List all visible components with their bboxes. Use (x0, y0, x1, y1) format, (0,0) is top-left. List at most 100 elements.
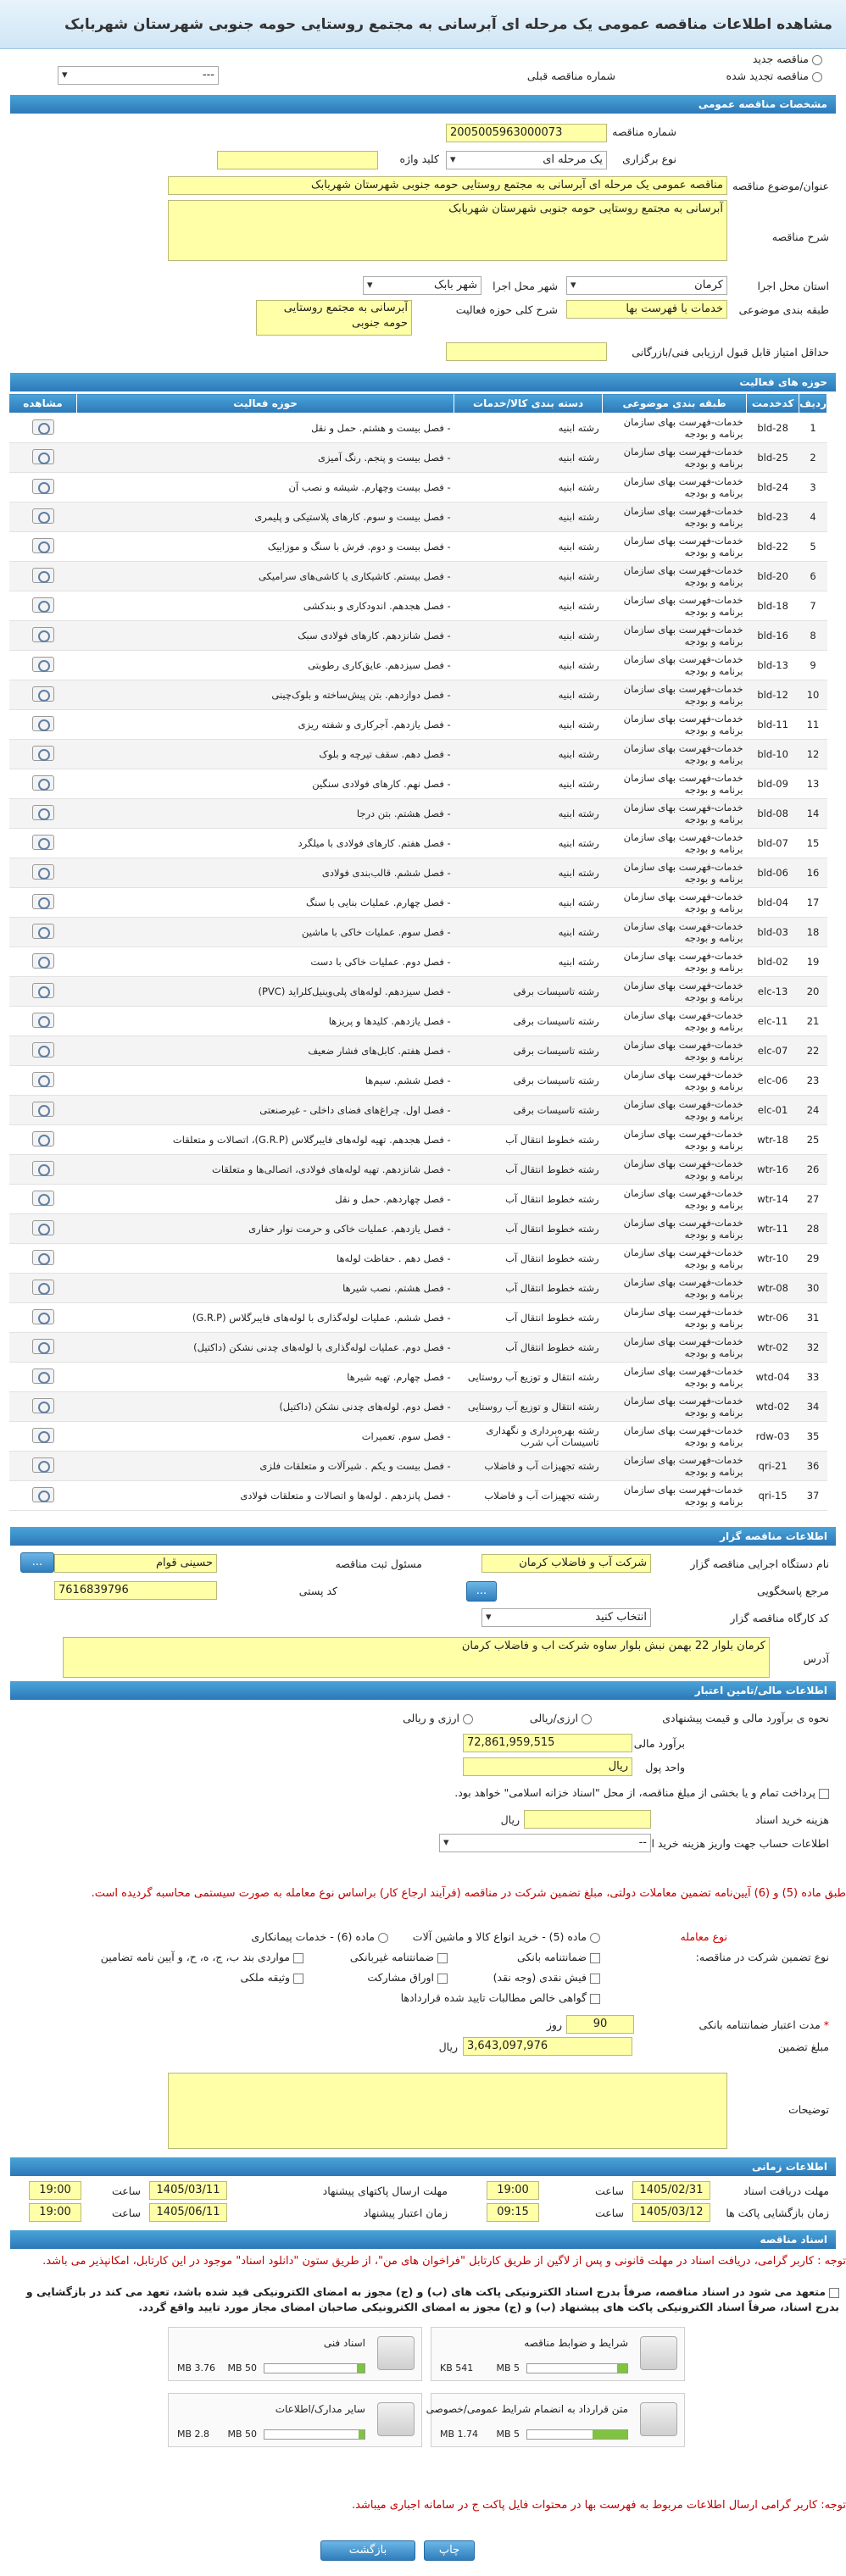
workshop-select[interactable]: انتخاب کنید (481, 1608, 651, 1627)
row-index: 14 (799, 798, 827, 829)
category: رشته ابنیه (454, 828, 603, 858)
view-icon[interactable] (31, 1101, 54, 1117)
view-icon[interactable] (31, 1338, 54, 1354)
view-icon[interactable] (31, 834, 54, 850)
view-icon[interactable] (31, 1012, 54, 1028)
radio-type-5[interactable]: ماده (5) - خرید انواع کالا و ماشین آلات (413, 1929, 600, 1946)
view-icon[interactable] (31, 537, 54, 553)
ref-label: مرجع پاسخگویی (756, 1585, 829, 1597)
view-icon[interactable] (31, 448, 54, 464)
view-icon[interactable] (31, 1427, 54, 1443)
doc-fee-input[interactable] (524, 1810, 651, 1829)
view-icon[interactable] (31, 1279, 54, 1295)
pledge-text[interactable]: متعهد می شود در اسناد مناقصه، صرفاً بدرج… (4, 2285, 839, 2315)
activity-scope: - فصل بیست و هشتم. حمل و نقل (76, 413, 454, 443)
prev-number-label: شماره مناقصه قبلی (526, 69, 615, 82)
service-code: bld-04 (746, 887, 799, 918)
ref-browse-button[interactable]: ... (466, 1581, 497, 1602)
minscore-input[interactable] (446, 342, 607, 361)
radio-new[interactable]: مناقصه جدید (753, 51, 822, 68)
view-icon[interactable] (31, 478, 54, 494)
keyword-input[interactable] (217, 151, 378, 169)
view-icon[interactable] (31, 1130, 54, 1146)
view-icon[interactable] (31, 567, 54, 583)
subject-class: خدمات-فهرست بهای سازمان برنامه و بودجه (602, 769, 747, 799)
radio-rial[interactable]: ارزی/ریالی (530, 1710, 592, 1727)
view-icon[interactable] (31, 952, 54, 969)
doc-fee-label: هزینه خرید اسناد (754, 1813, 829, 1826)
row-index: 35 (799, 1421, 827, 1452)
view-icon[interactable] (31, 1397, 54, 1413)
table-row: 22 elc-07 خدمات-فهرست بهای سازمان برنامه و… (8, 1035, 827, 1066)
table-row: 17 bld-04 خدمات-فهرست بهای سازمان برنامه و… (8, 887, 827, 918)
check-other[interactable]: مواردی بند ب، ج، ه، ح، و آیین نامه تضامی… (101, 1949, 303, 1966)
check-cash[interactable]: فیش نقدی (وجه نقد) (493, 1969, 600, 1986)
valid-date: 1405/06/11 (149, 2203, 227, 2222)
back-button[interactable]: بازگشت (320, 2540, 415, 2561)
service-code: elc-01 (746, 1095, 799, 1125)
view-icon[interactable] (31, 715, 54, 731)
resp-browse-button[interactable]: ... (20, 1552, 54, 1573)
resp-label: مسئول ثبت مناقصه (335, 1557, 422, 1570)
category: رشته ابنیه (454, 650, 603, 680)
view-icon[interactable] (31, 923, 54, 939)
scope-header: حوزه های فعالیت (10, 373, 836, 391)
open-hour-label: ساعت (594, 2207, 624, 2219)
category: رشته ابنیه (454, 472, 603, 502)
view-icon[interactable] (31, 863, 54, 880)
view-icon[interactable] (31, 1249, 54, 1265)
view-icon[interactable] (31, 774, 54, 791)
document-file[interactable]: متن قرارداد به انضمام شرایط عمومی/خصوصی 5… (426, 2393, 685, 2447)
view-icon[interactable] (31, 804, 54, 820)
view-icon[interactable] (31, 893, 54, 909)
activity-scope: - فصل بیست و یکم . شیرآلات و متعلقات فلز… (76, 1451, 454, 1481)
valid-label: زمان اعتبار پیشنهاد (363, 2207, 448, 2219)
amount-label: مبلغ تضمین (777, 2040, 829, 2053)
view-icon[interactable] (31, 982, 54, 998)
view-icon[interactable] (31, 508, 54, 524)
document-file[interactable]: اسناد فنی 50 MB 3.76 MB (168, 2327, 422, 2381)
view-icon[interactable] (31, 1041, 54, 1058)
view-icon[interactable] (31, 597, 54, 613)
radio-type-6[interactable]: ماده (6) - خدمات پیمانکاری (251, 1929, 388, 1946)
view-icon[interactable] (31, 1308, 54, 1324)
class-field: خدمات با فهرست بها (566, 300, 727, 319)
table-row: 5 bld-22 خدمات-فهرست بهای سازمان برنامه و … (8, 531, 827, 562)
view-icon[interactable] (31, 1160, 54, 1176)
view-icon[interactable] (31, 1190, 54, 1206)
subject-class: خدمات-فهرست بهای سازمان برنامه و بودجه (602, 1332, 747, 1363)
view-icon[interactable] (31, 1457, 54, 1473)
print-button[interactable]: چاپ (424, 2540, 475, 2561)
category: رشته خطوط انتقال آب (454, 1332, 603, 1363)
payment-note[interactable]: پرداخت تمام و یا بخشی از مبلغ مناقصه، از… (454, 1785, 829, 1802)
check-claims[interactable]: گواهی خالص مطالبات تایید شده قراردادها (401, 1990, 600, 2007)
radio-renewed[interactable]: مناقصه تجدید شده (726, 68, 822, 85)
document-file[interactable]: شرایط و ضوابط مناقصه 5 MB 541 KB (431, 2327, 685, 2381)
view-icon[interactable] (31, 1219, 54, 1235)
province-select[interactable]: کرمان (566, 276, 727, 295)
view-icon[interactable] (31, 1071, 54, 1087)
type-select[interactable]: یک مرحله ای (446, 151, 607, 169)
table-row: 33 wtd-04 خدمات-فهرست بهای سازمان برنامه و… (8, 1362, 827, 1392)
view-icon[interactable] (31, 419, 54, 435)
radio-fx[interactable]: ارزی و ریالی (403, 1710, 473, 1727)
file-name: سایر مدارک/اطلاعات (275, 2403, 365, 2415)
currency-label: واحد پول (645, 1761, 685, 1774)
service-code: bld-24 (746, 472, 799, 502)
prev-number-select[interactable]: --- (58, 66, 219, 85)
view-icon[interactable] (31, 1486, 54, 1502)
view-icon[interactable] (31, 626, 54, 642)
document-file[interactable]: سایر مدارک/اطلاعات 50 MB 2.8 MB (168, 2393, 422, 2447)
city-select[interactable]: شهر بابک (363, 276, 481, 295)
account-select[interactable]: -- (439, 1834, 651, 1852)
check-bonds[interactable]: اوراق مشارکت (367, 1969, 448, 1986)
check-property[interactable]: وثیقه ملکی (241, 1969, 303, 1986)
file-name: متن قرارداد به انضمام شرایط عمومی/خصوصی (426, 2403, 628, 2415)
view-icon[interactable] (31, 745, 54, 761)
row-index: 4 (799, 502, 827, 532)
check-bank[interactable]: ضمانتنامه بانکی (517, 1949, 600, 1966)
view-icon[interactable] (31, 656, 54, 672)
view-icon[interactable] (31, 686, 54, 702)
check-nonbank[interactable]: ضمانتنامه غیربانکی (350, 1949, 448, 1966)
view-icon[interactable] (31, 1368, 54, 1384)
